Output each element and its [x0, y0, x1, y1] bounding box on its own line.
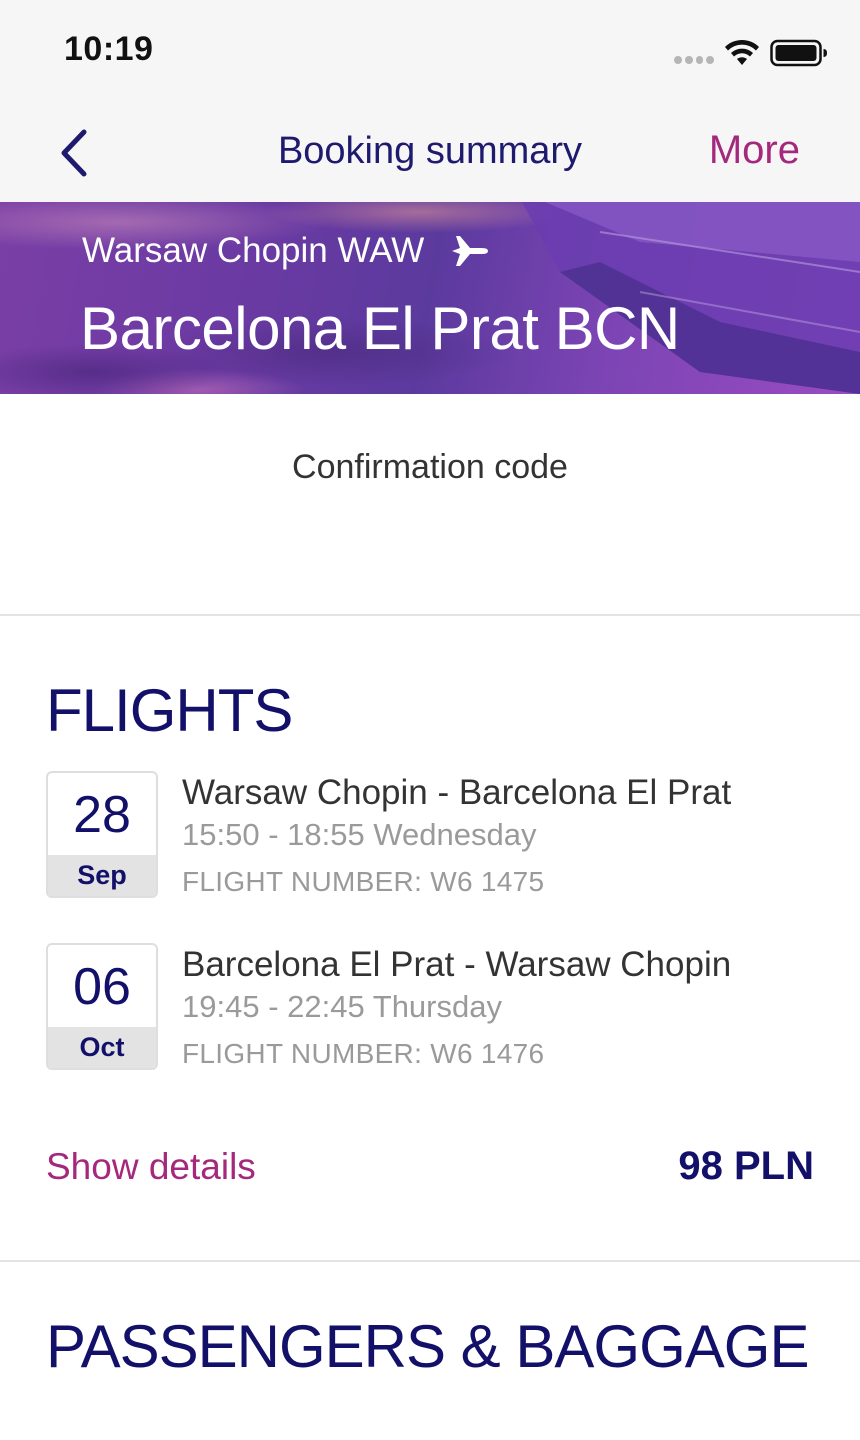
- origin-airport: Warsaw Chopin WAW: [82, 230, 490, 272]
- wifi-icon: [725, 39, 759, 65]
- flight-item[interactable]: 28 Sep Warsaw Chopin - Barcelona El Prat…: [46, 771, 826, 901]
- flight-number: FLIGHT NUMBER: W6 1476: [182, 1038, 545, 1069]
- date-day: 28: [73, 786, 131, 844]
- section-divider: [0, 1260, 860, 1262]
- flight-time: 15:50 - 18:55 Wednesday: [182, 817, 537, 852]
- flight-route: Warsaw Chopin - Barcelona El Prat: [182, 773, 732, 812]
- flights-price: 98 PLN: [678, 1144, 814, 1188]
- more-button[interactable]: More: [709, 128, 800, 173]
- airplane-icon: [452, 236, 489, 266]
- confirmation-label: Confirmation code: [292, 448, 568, 486]
- date-month: Oct: [48, 1027, 156, 1068]
- status-time: 10:19: [64, 30, 154, 68]
- date-badge: 28 Sep: [46, 771, 158, 898]
- confirmation-section: Confirmation code: [0, 394, 860, 616]
- route-hero-banner: Warsaw Chopin WAW Barcelona El Prat BCN: [0, 202, 860, 394]
- show-details-link[interactable]: Show details: [46, 1146, 256, 1188]
- flight-time: 19:45 - 22:45 Thursday: [182, 989, 502, 1024]
- origin-label: Warsaw Chopin WAW: [82, 231, 425, 270]
- signal-dots-icon: [674, 56, 714, 64]
- destination-airport: Barcelona El Prat BCN: [80, 295, 680, 362]
- date-month: Sep: [48, 855, 156, 896]
- flight-number: FLIGHT NUMBER: W6 1475: [182, 866, 545, 897]
- flights-heading: FLIGHTS: [46, 677, 293, 744]
- nav-bar: Booking summary More: [0, 102, 860, 202]
- date-badge: 06 Oct: [46, 943, 158, 1070]
- passengers-baggage-heading: PASSENGERS & BAGGAGE: [46, 1313, 809, 1380]
- battery-icon: [770, 39, 827, 67]
- flight-route: Barcelona El Prat - Warsaw Chopin: [182, 945, 732, 984]
- date-day: 06: [73, 958, 131, 1016]
- status-bar: 10:19: [0, 0, 860, 102]
- flight-item[interactable]: 06 Oct Barcelona El Prat - Warsaw Chopin…: [46, 943, 826, 1073]
